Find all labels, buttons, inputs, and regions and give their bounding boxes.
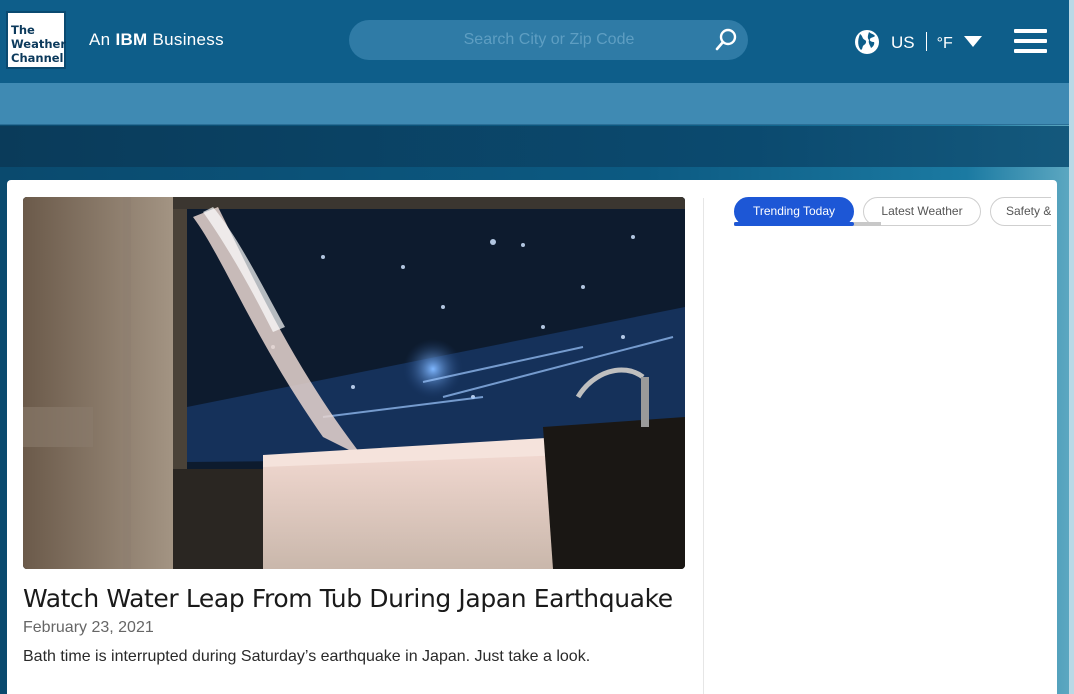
caret-down-icon[interactable]: [964, 36, 982, 47]
hamburger-menu-icon[interactable]: [1014, 29, 1047, 53]
tagline-suffix: Business: [152, 30, 224, 49]
region-label: US: [891, 33, 915, 52]
menu-bar-1: [1014, 29, 1047, 33]
dark-banner: [0, 126, 1074, 167]
logo-line-3: Channel: [11, 51, 64, 65]
sub-navigation-bar: [0, 83, 1074, 125]
video-thumbnail[interactable]: [23, 197, 685, 569]
menu-bar-2: [1014, 39, 1047, 43]
tab-safety[interactable]: Safety &: [990, 197, 1051, 226]
video-still-image: [23, 197, 685, 569]
site-header: The Weather Channel An IBM Business US °F: [0, 0, 1074, 83]
unit-separator: [925, 32, 927, 51]
globe-icon[interactable]: [854, 29, 880, 55]
logo-line-2: Weather: [11, 37, 66, 51]
ibm-tagline: An IBM Business: [89, 30, 224, 50]
search-input[interactable]: [349, 20, 709, 60]
weather-channel-logo[interactable]: The Weather Channel: [6, 11, 66, 69]
column-divider: [703, 198, 704, 694]
logo-line-1: The: [11, 23, 35, 37]
tagline-prefix: An: [89, 30, 111, 49]
tab-scroll-indicator: [734, 222, 854, 226]
article-title[interactable]: Watch Water Leap From Tub During Japan E…: [23, 584, 673, 613]
tagline-brand: IBM: [115, 30, 148, 49]
menu-bar-3: [1014, 49, 1047, 53]
article-description: Bath time is interrupted during Saturday…: [23, 648, 591, 665]
search-bar: [349, 20, 748, 60]
article-date: February 23, 2021: [23, 619, 154, 636]
unit-selector[interactable]: US °F: [891, 32, 953, 53]
search-icon[interactable]: [713, 27, 739, 53]
page-scrollbar[interactable]: [1069, 0, 1074, 694]
unit-label: °F: [936, 35, 953, 52]
